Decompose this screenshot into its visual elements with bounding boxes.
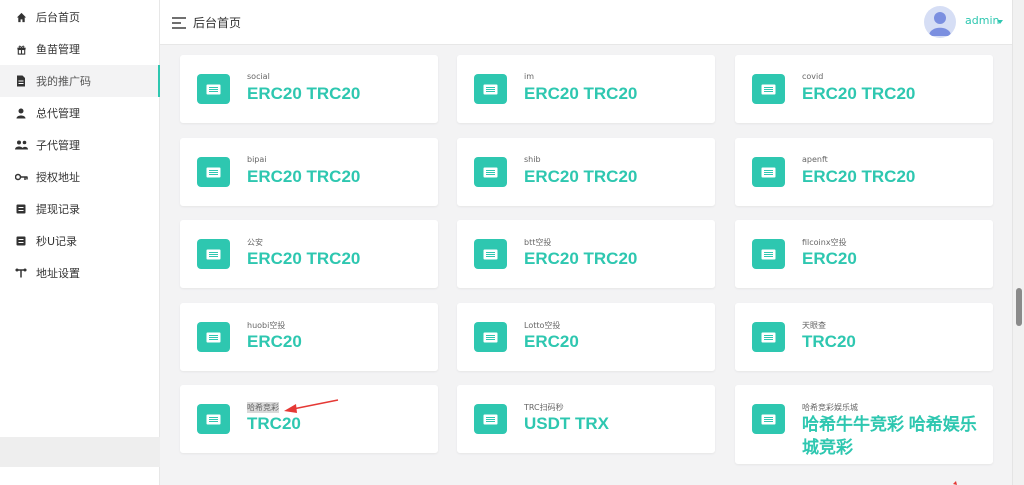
card-label: filcoinx空投 [802, 238, 847, 247]
gift-icon [14, 42, 28, 56]
card-hash-casino[interactable]: 哈希竞彩娱乐城 哈希牛牛竞彩 哈希娱乐城竞彩 [735, 385, 993, 464]
sidebar: 后台首页 鱼苗管理 我的推广码 总代管理 子代管理 授权地址 提现记录 秒U记录… [0, 0, 160, 485]
card-icon [197, 322, 230, 352]
card-icon [197, 404, 230, 434]
card-covid[interactable]: covid ERC20 TRC20 [735, 55, 993, 123]
card-label: social [247, 72, 270, 81]
card-icon [752, 239, 785, 269]
sidebar-item-label: 提现记录 [36, 203, 80, 216]
card-apenft[interactable]: apenft ERC20 TRC20 [735, 138, 993, 206]
sidebar-item-label: 秒U记录 [36, 235, 78, 248]
card-value: TRC20 [247, 414, 301, 433]
avatar[interactable] [924, 6, 956, 38]
card-lotto-airdrop[interactable]: Lotto空投 ERC20 [457, 303, 715, 371]
card-icon [752, 157, 785, 187]
card-label: covid [802, 72, 824, 81]
sidebar-item-label: 我的推广码 [36, 75, 91, 88]
card-label: btt空投 [524, 238, 552, 247]
card-label: shib [524, 155, 541, 164]
user-menu[interactable]: admin [965, 14, 999, 27]
card-value: ERC20 TRC20 [524, 249, 638, 268]
card-icon [474, 157, 507, 187]
card-police[interactable]: 公安 ERC20 TRC20 [180, 220, 438, 288]
card-label: 天眼查 [802, 321, 826, 330]
sidebar-item-fish[interactable]: 鱼苗管理 [0, 33, 159, 65]
home-icon [14, 10, 28, 24]
card-label: im [524, 72, 535, 81]
scrollbar-thumb[interactable] [1016, 288, 1022, 326]
card-label: 哈希竞彩 [247, 402, 279, 413]
card-icon [752, 322, 785, 352]
card-label: 哈希竞彩娱乐城 [802, 403, 858, 412]
user-icon [14, 106, 28, 120]
card-value: ERC20 TRC20 [802, 84, 916, 103]
card-icon [474, 404, 507, 434]
card-value: ERC20 TRC20 [524, 167, 638, 186]
card-label: TRC扫码秒 [524, 403, 564, 412]
card-value: 哈希牛牛竞彩 哈希娱乐城竞彩 [802, 415, 977, 457]
card-label: huobi空投 [247, 321, 286, 330]
chevron-down-icon[interactable] [997, 20, 1003, 24]
sidebar-item-label: 鱼苗管理 [36, 43, 80, 56]
card-label: 公安 [247, 238, 263, 247]
users-icon [14, 138, 28, 152]
sidebar-item-sub-agent[interactable]: 子代管理 [0, 129, 159, 161]
sidebar-item-home[interactable]: 后台首页 [0, 1, 159, 33]
card-value: ERC20 TRC20 [247, 84, 361, 103]
sidebar-item-withdraw-records[interactable]: 提现记录 [0, 193, 159, 225]
card-huobi-airdrop[interactable]: huobi空投 ERC20 [180, 303, 438, 371]
sidebar-item-general-agent[interactable]: 总代管理 [0, 97, 159, 129]
card-value: ERC20 [802, 249, 857, 268]
list-icon [14, 234, 28, 248]
card-trc-scan[interactable]: TRC扫码秒 USDT TRX [457, 385, 715, 453]
sidebar-item-auth-address[interactable]: 授权地址 [0, 161, 159, 193]
card-value: TRC20 [802, 332, 856, 351]
card-icon [752, 74, 785, 104]
card-value: USDT TRX [524, 414, 609, 433]
document-icon [14, 74, 28, 88]
card-icon [474, 322, 507, 352]
card-value: ERC20 TRC20 [524, 84, 638, 103]
menu-toggle-icon[interactable] [172, 14, 186, 29]
card-value: ERC20 TRC20 [247, 167, 361, 186]
card-icon [752, 404, 785, 434]
card-bipai[interactable]: bipai ERC20 TRC20 [180, 138, 438, 206]
card-social[interactable]: social ERC20 TRC20 [180, 55, 438, 123]
card-btt-airdrop[interactable]: btt空投 ERC20 TRC20 [457, 220, 715, 288]
sidebar-item-label: 子代管理 [36, 139, 80, 152]
card-hash-betting[interactable]: 哈希竞彩 TRC20 [180, 385, 438, 453]
card-icon [197, 157, 230, 187]
sidebar-item-label: 地址设置 [36, 267, 80, 280]
card-tianyancha[interactable]: 天眼查 TRC20 [735, 303, 993, 371]
card-icon [197, 239, 230, 269]
card-shib[interactable]: shib ERC20 TRC20 [457, 138, 715, 206]
content-footer [172, 467, 1012, 485]
card-label: Lotto空投 [524, 321, 561, 330]
wrench-icon [14, 266, 28, 280]
sidebar-item-label: 后台首页 [36, 11, 80, 24]
card-icon [197, 74, 230, 104]
topbar: 后台首页 admin [160, 0, 1012, 45]
list-icon [14, 202, 28, 216]
card-value: ERC20 TRC20 [802, 167, 916, 186]
card-im[interactable]: im ERC20 TRC20 [457, 55, 715, 123]
scrollbar[interactable] [1012, 0, 1024, 485]
card-filcoinx-airdrop[interactable]: filcoinx空投 ERC20 [735, 220, 993, 288]
sidebar-item-label: 授权地址 [36, 171, 80, 184]
page-title: 后台首页 [193, 16, 242, 30]
card-value: ERC20 [247, 332, 302, 351]
key-icon [14, 170, 28, 184]
sidebar-item-instant-u-records[interactable]: 秒U记录 [0, 225, 159, 257]
card-label: apenft [802, 155, 828, 164]
card-icon [474, 74, 507, 104]
card-label: bipai [247, 155, 267, 164]
card-value: ERC20 TRC20 [247, 249, 361, 268]
sidebar-item-address-settings[interactable]: 地址设置 [0, 257, 159, 289]
card-icon [474, 239, 507, 269]
sidebar-item-promo-code[interactable]: 我的推广码 [0, 65, 160, 97]
sidebar-item-label: 总代管理 [36, 107, 80, 120]
sidebar-footer [0, 437, 160, 467]
card-value: ERC20 [524, 332, 579, 351]
